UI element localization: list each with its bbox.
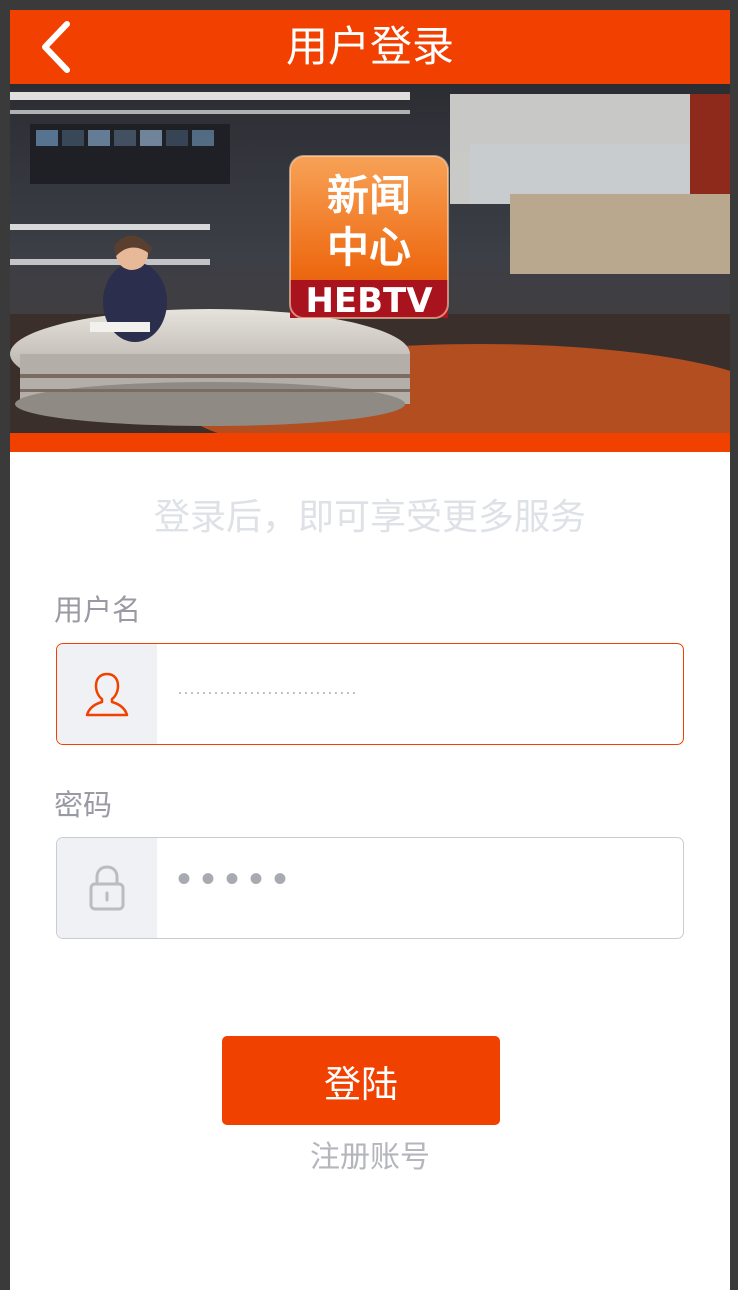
username-field[interactable] (56, 643, 684, 745)
lock-icon (89, 865, 125, 911)
username-input[interactable] (177, 644, 663, 744)
newsroom-image: 新闻 中心 HEBTV (10, 84, 730, 433)
banner-strip (10, 433, 730, 452)
app-header: 用户登录 (10, 10, 730, 84)
login-hint: 登录后，即可享受更多服务 (153, 497, 586, 538)
logo-brand-text: HEBTV (305, 281, 433, 321)
lock-icon-box (57, 838, 157, 938)
news-center-banner: 新闻 中心 HEBTV (10, 84, 730, 433)
user-icon (85, 672, 129, 717)
login-button[interactable]: 登陆 (222, 1036, 500, 1125)
password-input[interactable] (177, 838, 663, 938)
user-icon-box (57, 644, 157, 744)
page-title: 用户登录 (285, 22, 454, 71)
register-link[interactable]: 注册账号 (10, 1140, 730, 1176)
logo-text-line1: 新闻 (327, 171, 411, 220)
password-label: 密码 (54, 788, 113, 822)
login-page: 用户登录 新闻 中心 HEBTV 登录后，即可享受更多服务 用户名 ······… (10, 10, 730, 1290)
logo-text-line2: 中心 (327, 223, 411, 272)
username-label: 用户名 (54, 593, 142, 627)
password-field[interactable] (56, 837, 684, 939)
